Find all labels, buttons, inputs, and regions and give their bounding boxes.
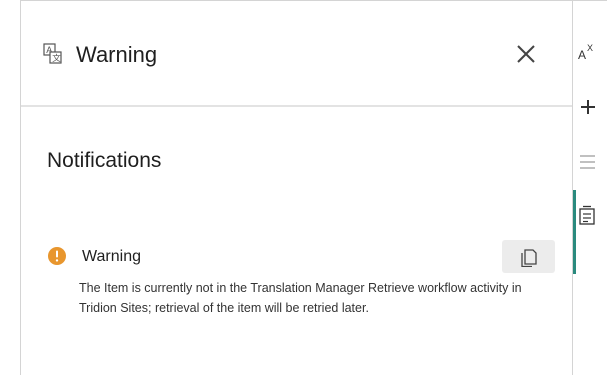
- notification-title: Warning: [82, 248, 141, 265]
- dialog-title: Warning: [76, 42, 158, 67]
- rail-item-checklist[interactable]: [573, 190, 607, 274]
- close-button[interactable]: [515, 43, 537, 65]
- warning-dialog: A 文 Warning Notifications Warning The It…: [20, 0, 573, 375]
- side-rail: A X: [573, 0, 607, 375]
- rail-item-list[interactable]: [573, 146, 607, 176]
- dialog-header: A 文 Warning: [21, 1, 572, 107]
- svg-text:A: A: [578, 48, 586, 62]
- copy-icon: [521, 249, 537, 267]
- notification-message: The Item is currently not in the Transla…: [79, 281, 522, 315]
- svg-text:文: 文: [52, 53, 61, 63]
- plus-icon: [581, 100, 595, 114]
- rail-item-translate[interactable]: A X: [573, 35, 607, 65]
- close-icon: [517, 45, 535, 63]
- translate-icon: A 文: [43, 43, 63, 65]
- rail-item-add[interactable]: [573, 91, 607, 121]
- copy-button[interactable]: [502, 240, 555, 273]
- notifications-heading: Notifications: [47, 149, 162, 172]
- svg-text:X: X: [587, 43, 593, 53]
- warning-circle-icon: [48, 247, 66, 265]
- checklist-icon: [579, 205, 595, 225]
- translate-icon: A X: [578, 43, 593, 62]
- list-icon: [580, 155, 595, 169]
- page: A 文 Warning Notifications Warning The It…: [0, 0, 607, 375]
